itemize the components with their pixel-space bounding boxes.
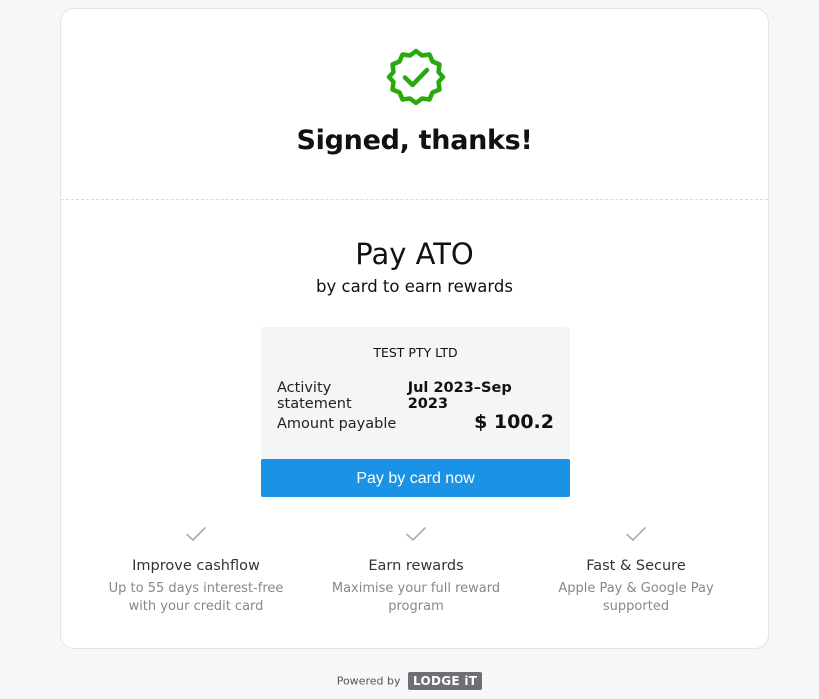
pay-by-card-button[interactable]: Pay by card now xyxy=(261,459,570,497)
feature-description: Up to 55 days interest-free with your cr… xyxy=(108,581,284,614)
footer: Powered by LODGE iT xyxy=(0,672,819,690)
dashed-divider xyxy=(61,199,768,200)
confirmation-card: Signed, thanks! Pay ATO by card to earn … xyxy=(60,8,769,649)
feature-fast-secure: Fast & Secure Apple Pay & Google Pay sup… xyxy=(526,525,746,616)
feature-title: Earn rewards xyxy=(368,558,464,574)
feature-earn-rewards: Earn rewards Maximise your full reward p… xyxy=(306,525,526,616)
pay-subtitle: by card to earn rewards xyxy=(316,277,513,296)
checkmark-icon xyxy=(406,527,426,541)
feature-description: Apple Pay & Google Pay supported xyxy=(558,581,714,614)
amount-payable-label: Amount payable xyxy=(277,416,397,432)
checkmark-icon xyxy=(626,527,646,541)
feature-improve-cashflow: Improve cashflow Up to 55 days interest-… xyxy=(86,525,306,616)
activity-statement-row: Activity statement Jul 2023–Sep 2023 xyxy=(277,380,554,412)
signed-title: Signed, thanks! xyxy=(296,125,533,156)
amount-payable-value: $ 100.2 xyxy=(474,411,554,433)
feature-title: Fast & Secure xyxy=(586,558,686,574)
lodgeit-logo[interactable]: LODGE iT xyxy=(407,672,483,690)
signed-section: Signed, thanks! xyxy=(61,9,768,200)
activity-statement-period: Jul 2023–Sep 2023 xyxy=(407,380,512,412)
verified-badge-icon xyxy=(386,48,446,106)
company-name: TEST PTY LTD xyxy=(373,345,458,360)
pay-title: Pay ATO xyxy=(355,237,474,271)
payment-summary: TEST PTY LTD Activity statement Jul 2023… xyxy=(261,327,570,459)
feature-description: Maximise your full reward program xyxy=(331,581,501,614)
feature-title: Improve cashflow xyxy=(132,558,260,574)
checkmark-icon xyxy=(186,527,206,541)
powered-by-text: Powered by xyxy=(336,674,401,688)
activity-statement-label: Activity statement xyxy=(277,380,352,412)
amount-payable-row: Amount payable $ 100.2 xyxy=(277,411,554,433)
